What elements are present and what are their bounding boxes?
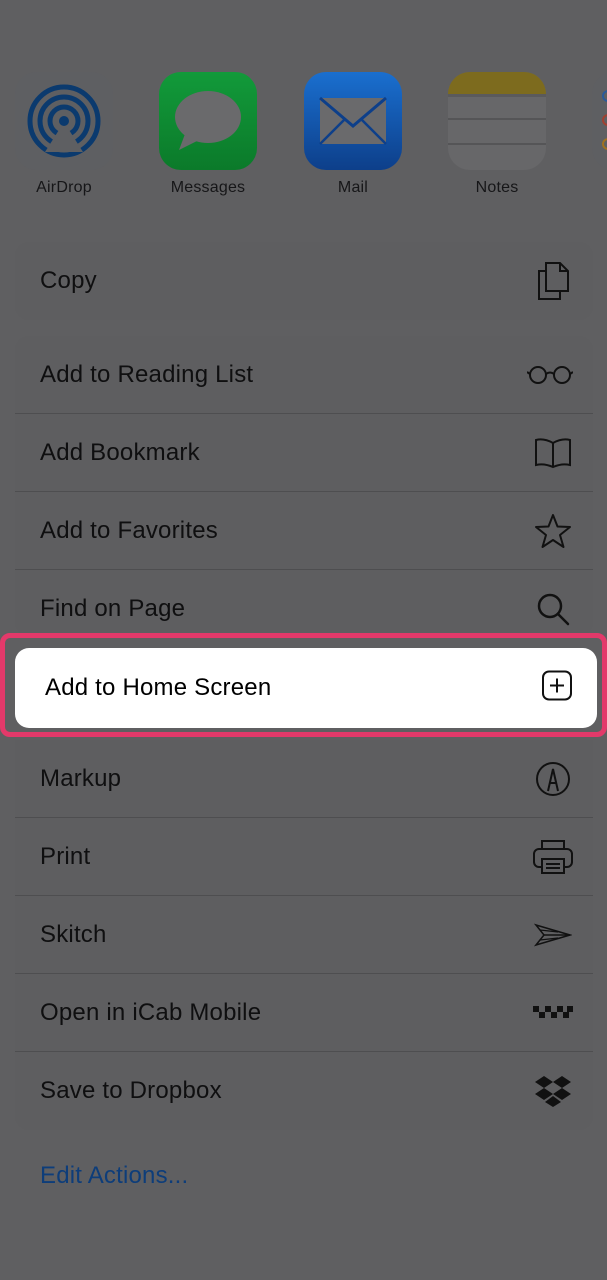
- action-label: Save to Dropbox: [40, 1077, 222, 1104]
- share-apps-row: AirDrop Messages Mail Notes: [0, 72, 607, 202]
- app-label: Notes: [475, 179, 519, 196]
- airdrop-icon: [15, 72, 113, 170]
- app-airdrop[interactable]: AirDrop: [14, 72, 114, 197]
- star-icon: [533, 511, 573, 551]
- action-label: Add Bookmark: [40, 438, 200, 466]
- action-print[interactable]: Print: [15, 818, 593, 896]
- app-label: Messages: [170, 179, 246, 196]
- action-find-on-page[interactable]: Find on Page: [15, 570, 593, 636]
- book-icon: [533, 433, 573, 473]
- app-notes[interactable]: Notes: [447, 72, 547, 197]
- action-add-bookmark[interactable]: Add Bookmark: [15, 414, 593, 492]
- actions-card: Add to Reading List Add Bookmark Add to …: [15, 336, 593, 636]
- copy-icon: [533, 261, 573, 301]
- action-label: Add to Home Screen: [45, 674, 272, 701]
- app-reminders[interactable]: R: [591, 72, 607, 197]
- action-label: Add to Favorites: [40, 516, 218, 544]
- printer-icon: [533, 837, 573, 877]
- icab-icon: [533, 993, 573, 1033]
- highlight-frame: Add to Home Screen: [0, 633, 607, 737]
- mail-icon: [304, 72, 402, 170]
- markup-icon: [533, 759, 573, 799]
- notes-icon: [448, 72, 546, 170]
- action-add-to-reading-list[interactable]: Add to Reading List: [15, 336, 593, 414]
- plus-square-icon: [541, 670, 573, 707]
- extensions-card: Markup Print Skitch Open in iCab Mobile …: [15, 740, 593, 1130]
- action-add-to-favorites[interactable]: Add to Favorites: [15, 492, 593, 570]
- action-save-to-dropbox[interactable]: Save to Dropbox: [15, 1052, 593, 1130]
- skitch-icon: [533, 915, 573, 955]
- app-label: R: [591, 179, 607, 197]
- search-icon: [533, 589, 573, 629]
- glasses-icon: [527, 355, 573, 395]
- action-label: Skitch: [40, 920, 107, 948]
- action-add-to-home-screen[interactable]: Add to Home Screen: [15, 648, 597, 728]
- messages-icon: [159, 72, 257, 170]
- action-label: Add to Reading List: [40, 360, 254, 388]
- action-copy[interactable]: Copy: [15, 242, 593, 320]
- copy-card: Copy: [15, 242, 593, 320]
- action-label: Markup: [40, 764, 122, 792]
- edit-actions-link[interactable]: Edit Actions...: [40, 1162, 188, 1190]
- reminders-icon: [592, 72, 607, 170]
- app-messages[interactable]: Messages: [158, 72, 258, 197]
- app-label: AirDrop: [36, 179, 92, 196]
- action-label: Open in iCab Mobile: [40, 998, 262, 1026]
- action-open-in-icab-mobile[interactable]: Open in iCab Mobile: [15, 974, 593, 1052]
- action-skitch[interactable]: Skitch: [15, 896, 593, 974]
- app-mail[interactable]: Mail: [303, 72, 403, 197]
- dropbox-icon: [533, 1071, 573, 1111]
- app-label: Mail: [337, 179, 369, 196]
- action-label: Find on Page: [40, 595, 186, 622]
- action-markup[interactable]: Markup: [15, 740, 593, 818]
- action-label: Print: [40, 842, 91, 870]
- action-label: Copy: [40, 267, 97, 294]
